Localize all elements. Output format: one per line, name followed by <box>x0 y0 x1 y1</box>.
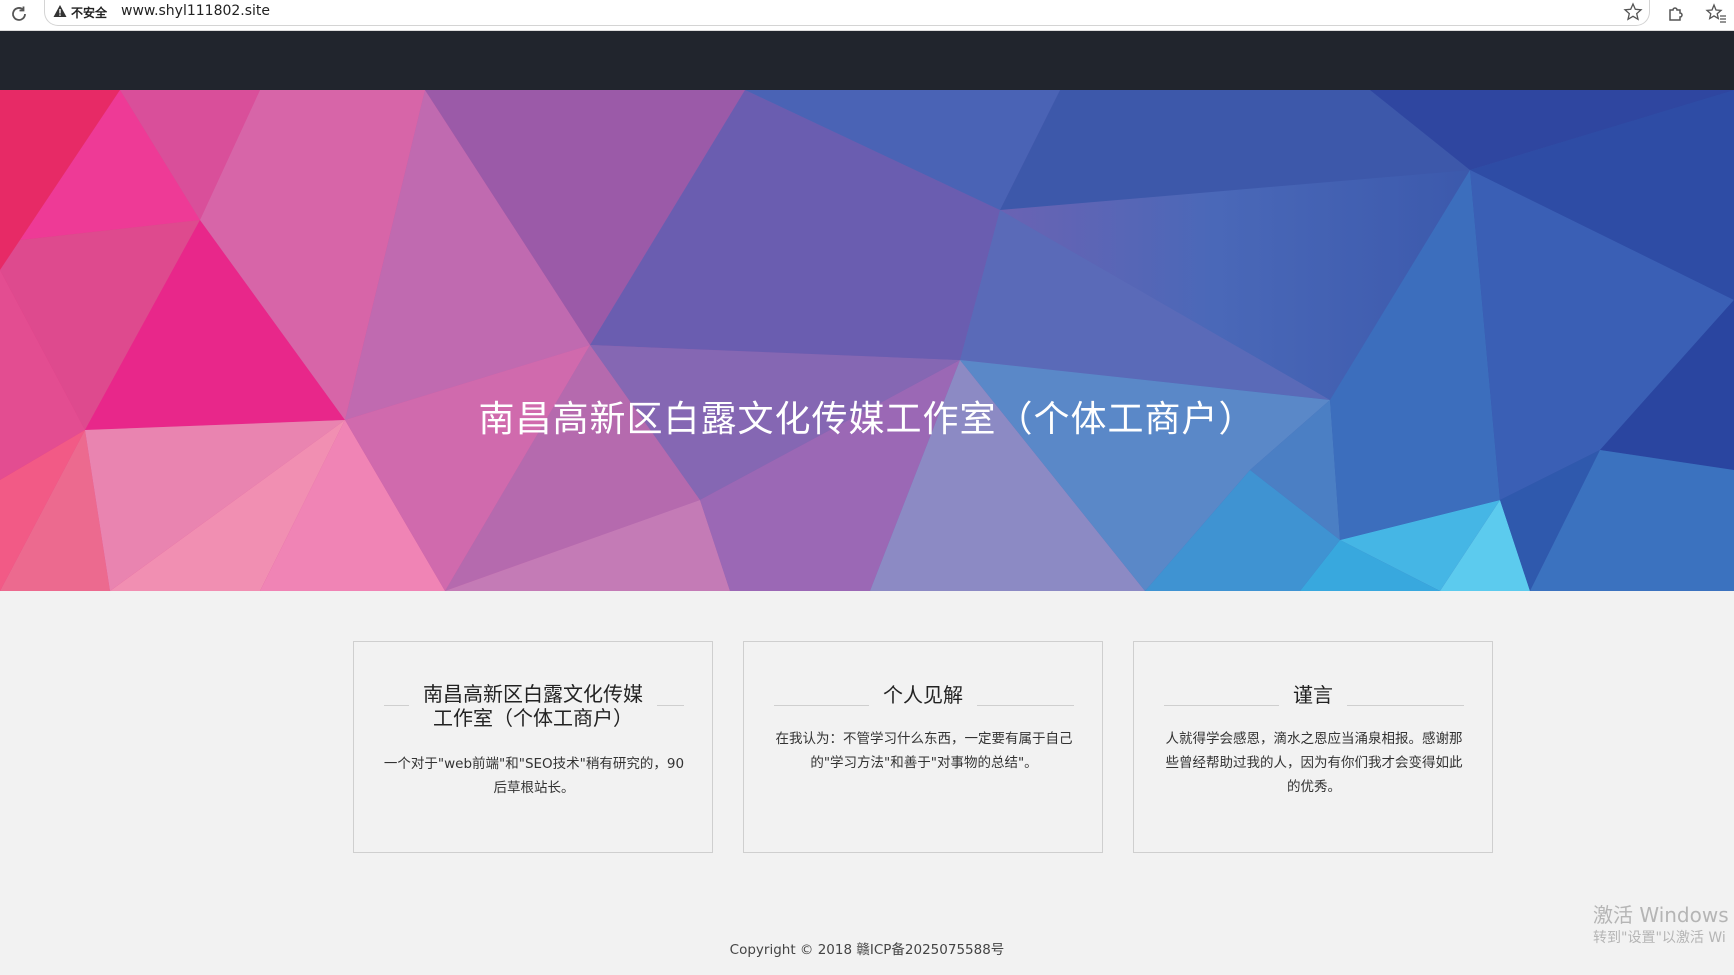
card-text: 在我认为：不管学习什么东西，一定要有属于自己的"学习方法"和善于"对事物的总结"… <box>775 731 1073 771</box>
card-text: 人就得学会感恩，滴水之恩应当涌泉相报。感谢那些曾经帮助过我的人，因为有你们我才会… <box>1165 731 1463 795</box>
card-insight: 个人见解 在我认为：不管学习什么东西，一定要有属于自己的"学习方法"和善于"对事… <box>743 641 1103 853</box>
card-title: 谨言 <box>1279 683 1347 707</box>
card-motto: 谨言 人就得学会感恩，滴水之恩应当涌泉相报。感谢那些曾经帮助过我的人，因为有你们… <box>1133 641 1493 853</box>
windows-activation-watermark: 激活 Windows 转到"设置"以激活 Wi <box>1593 903 1729 949</box>
card-text: 一个对于"web前端"和"SEO技术"稍有研究的，90后草根站长。 <box>383 756 685 796</box>
site-navbar <box>0 31 1734 90</box>
browser-toolbar: 不安全 www.shyl111802.site <box>0 0 1734 31</box>
url-text[interactable]: www.shyl111802.site <box>121 3 270 19</box>
reload-icon[interactable] <box>8 3 30 25</box>
hero-title: 南昌高新区白露文化传媒工作室（个体工商户） <box>478 399 1256 440</box>
star-icon[interactable] <box>1623 2 1643 22</box>
hero-banner: 南昌高新区白露文化传媒工作室（个体工商户） <box>0 90 1734 591</box>
card-title-line2: 工作室（个体工商户） <box>433 706 633 730</box>
card-title-line1: 南昌高新区白露文化传媒 <box>423 682 643 706</box>
warning-icon[interactable] <box>53 4 67 18</box>
address-bar[interactable]: 不安全 www.shyl111802.site <box>44 0 1650 26</box>
watermark-line1: 激活 Windows <box>1593 903 1729 927</box>
card-title: 个人见解 <box>869 683 977 707</box>
card-title: 南昌高新区白露文化传媒 工作室（个体工商户） <box>409 682 657 730</box>
extensions-icon[interactable] <box>1665 2 1687 24</box>
footer-copyright: Copyright © 2018 赣ICP备2025075588号 <box>729 942 1005 958</box>
security-status[interactable]: 不安全 <box>71 4 107 21</box>
watermark-line2: 转到"设置"以激活 Wi <box>1593 930 1726 946</box>
low-poly-background <box>0 90 1734 591</box>
card-about: 南昌高新区白露文化传媒 工作室（个体工商户） 一个对于"web前端"和"SEO技… <box>353 641 713 853</box>
favorites-icon[interactable] <box>1705 2 1727 24</box>
